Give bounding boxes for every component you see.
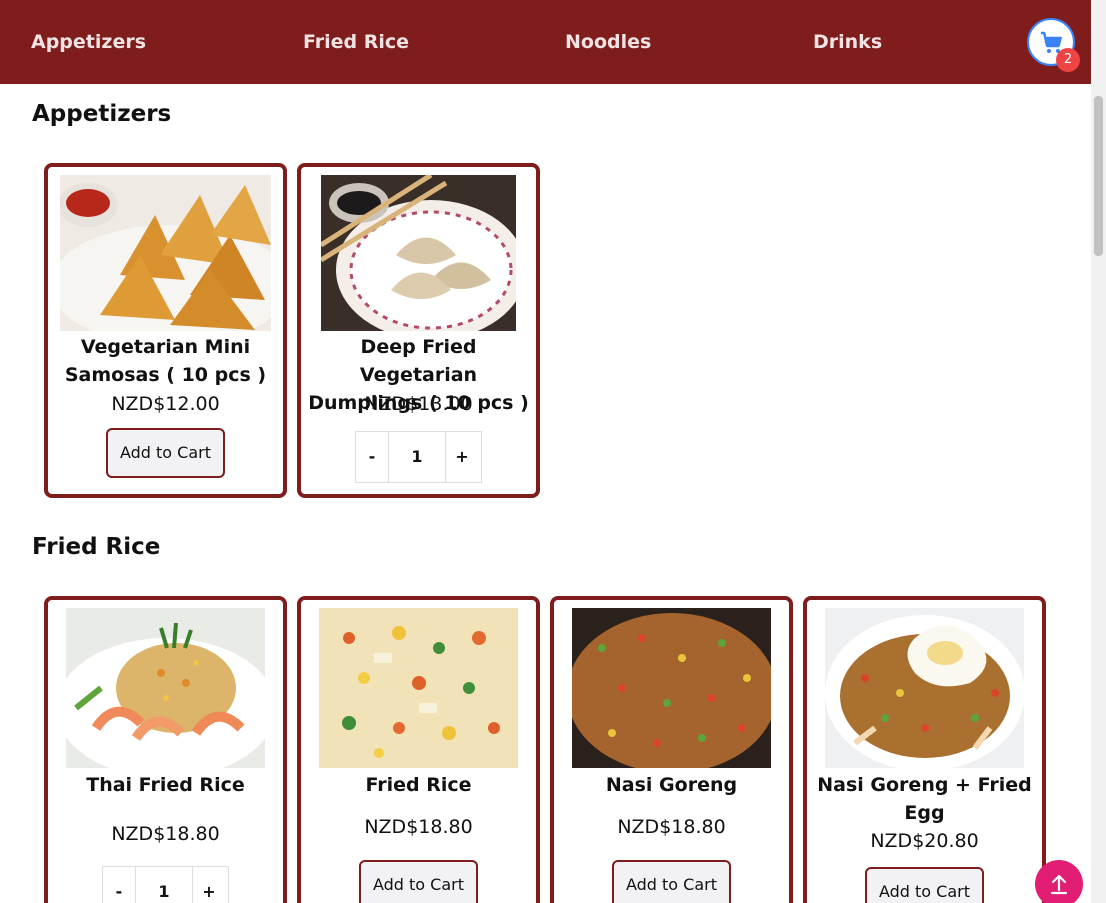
- quantity-value[interactable]: 1: [135, 867, 193, 903]
- nav-item-fried-rice[interactable]: Fried Rice: [303, 30, 409, 54]
- add-to-cart-button[interactable]: Add to Cart: [865, 867, 984, 903]
- product-name: Thai Fried Rice: [86, 774, 245, 796]
- product-card: Deep Fried Vegetarian Dumplings ( 10 pcs…: [297, 163, 540, 498]
- product-name: Nasi Goreng + Fried Egg: [817, 774, 1032, 824]
- product-image-dumplings: [321, 175, 516, 331]
- quantity-stepper: - 1 +: [102, 866, 229, 903]
- product-card: Thai Fried Rice NZD$18.80 - 1 +: [44, 596, 287, 903]
- arrow-up-icon: [1050, 874, 1068, 895]
- top-nav: Appetizers Fried Rice Noodles Drinks: [0, 0, 1091, 84]
- quantity-decrease-button[interactable]: -: [356, 432, 388, 482]
- product-image-nasi-goreng: [572, 608, 771, 768]
- quantity-increase-button[interactable]: +: [446, 432, 478, 482]
- quantity-stepper: - 1 +: [355, 431, 482, 483]
- add-to-cart-button[interactable]: Add to Cart: [612, 860, 731, 903]
- quantity-decrease-button[interactable]: -: [103, 867, 135, 903]
- nav-item-noodles[interactable]: Noodles: [565, 30, 651, 54]
- product-name: Fried Rice: [365, 774, 472, 796]
- page-scrollbar[interactable]: [1091, 0, 1106, 903]
- product-price: NZD$12.00: [111, 393, 220, 415]
- product-price: NZD$18.80: [364, 816, 473, 838]
- scrollbar-thumb[interactable]: [1094, 96, 1103, 256]
- product-image-samosas: [60, 175, 271, 331]
- product-name: Nasi Goreng: [605, 774, 738, 796]
- product-price: NZD$20.80: [870, 830, 979, 852]
- cart-count-badge: 2: [1056, 48, 1080, 72]
- add-to-cart-button[interactable]: Add to Cart: [359, 860, 478, 903]
- product-price: NZD$13.00: [364, 393, 473, 415]
- scroll-to-top-button[interactable]: [1035, 860, 1083, 903]
- section-title-fried-rice: Fried Rice: [32, 534, 161, 560]
- product-image-thai-fried-rice: [66, 608, 265, 768]
- product-name: Vegetarian Mini Samosas ( 10 pcs ): [64, 336, 267, 386]
- nav-item-drinks[interactable]: Drinks: [813, 30, 882, 54]
- product-price: NZD$18.80: [617, 816, 726, 838]
- product-card: Vegetarian Mini Samosas ( 10 pcs ) NZD$1…: [44, 163, 287, 498]
- product-card: Fried Rice NZD$18.80 Add to Cart: [297, 596, 540, 903]
- add-to-cart-button[interactable]: Add to Cart: [106, 428, 225, 478]
- product-image-fried-rice: [319, 608, 518, 768]
- product-price: NZD$18.80: [111, 823, 220, 845]
- section-title-appetizers: Appetizers: [32, 101, 172, 127]
- quantity-increase-button[interactable]: +: [193, 867, 225, 903]
- nav-item-appetizers[interactable]: Appetizers: [31, 30, 146, 54]
- quantity-value[interactable]: 1: [388, 432, 446, 482]
- product-image-nasi-goreng-egg: [825, 608, 1024, 768]
- product-card: Nasi Goreng + Fried Egg NZD$20.80 Add to…: [803, 596, 1046, 903]
- product-card: Nasi Goreng NZD$18.80 Add to Cart: [550, 596, 793, 903]
